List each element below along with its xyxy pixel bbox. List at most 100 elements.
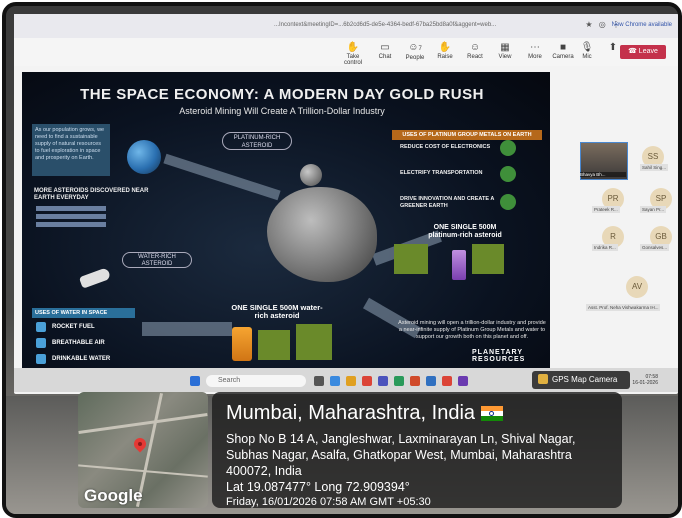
capture-datetime: Friday, 16/01/2026 07:58 AM GMT +05:30 <box>226 496 431 508</box>
participant-name: Asst. Prof. Neha Vishwakarma IH... <box>586 304 661 311</box>
taskbar-clock[interactable]: 07:58 16-01-2026 <box>632 374 658 386</box>
info-box <box>296 324 332 360</box>
small-asteroid <box>300 164 322 186</box>
shared-slide: THE SPACE ECONOMY: A MODERN DAY GOLD RUS… <box>22 72 550 392</box>
view-button[interactable]: ▦ View <box>490 42 520 60</box>
teams-icon[interactable] <box>378 376 388 386</box>
fuel-icon <box>36 322 46 332</box>
take-control-label: Take control <box>343 54 362 66</box>
more-button[interactable]: ⋯ More <box>520 42 550 60</box>
phone-icon: ☎ <box>628 48 639 55</box>
hand-icon: ✋ <box>346 42 360 53</box>
address-line: Shop No B 14 A, Jangleshwar, Laxminaraya… <box>226 432 576 446</box>
info-box <box>394 244 428 274</box>
photo-frame: ...Incontext&meetingID=...6b2cd6d5-de5e-… <box>2 2 682 518</box>
people-label: People <box>405 55 425 61</box>
electronics-icon <box>500 140 516 156</box>
meeting-toolbar: ✋ Take control ▭ Chat ☺7 People ✋ Raise ☺ Rea… <box>14 38 678 66</box>
people-button[interactable]: ☺7 People <box>400 42 430 61</box>
pgm-use: ELECTRIFY TRANSPORTATION <box>400 170 483 176</box>
rocket-image <box>78 267 112 289</box>
participant-name: Prateek R... <box>592 206 620 213</box>
leave-button[interactable]: ☎ Leave <box>620 45 666 59</box>
take-control-button[interactable]: ✋ Take control <box>338 42 368 66</box>
info-box <box>258 330 290 360</box>
location-title: Mumbai, Maharashtra, India <box>226 402 504 425</box>
chat-button[interactable]: ▭ Chat <box>370 42 400 60</box>
google-logo: Google <box>84 486 143 505</box>
slide-subtitle: Asteroid Mining Will Create A Trillion-D… <box>179 106 385 116</box>
react-label: React <box>467 54 483 60</box>
location-card: Mumbai, Maharashtra, India Shop No B 14 … <box>212 392 622 508</box>
chrome-icon[interactable] <box>442 376 452 386</box>
clock-date: 16-01-2026 <box>632 380 658 386</box>
app-icon[interactable] <box>410 376 420 386</box>
gps-camera-icon <box>538 373 548 384</box>
raise-hand-button[interactable]: ✋ Raise <box>430 42 460 60</box>
task-view-icon[interactable] <box>314 376 324 386</box>
arrow-band <box>163 153 281 201</box>
edge-icon[interactable] <box>330 376 340 386</box>
coordinates: Lat 19.087477° Long 72.909394° <box>226 480 410 494</box>
app-icon[interactable] <box>458 376 468 386</box>
water-asteroid-caption: ONE SINGLE 500M water-rich asteroid <box>231 303 323 320</box>
windows-start-icon[interactable] <box>190 376 200 386</box>
map-pin-dot <box>138 442 142 446</box>
more-label: More <box>528 54 542 60</box>
raise-label: Raise <box>437 54 453 60</box>
browser-address-bar[interactable]: ...Incontext&meetingID=...6b2cd6d5-de5e-… <box>14 14 678 38</box>
water-uses-header: USES OF WATER IN SPACE <box>32 308 135 318</box>
file-explorer-icon[interactable] <box>346 376 356 386</box>
participant-name: Sayan Pr... <box>640 206 667 213</box>
app-icon[interactable] <box>426 376 436 386</box>
participant-name: Sahil Sing... <box>640 164 669 171</box>
fuel-can-image <box>232 327 252 361</box>
ellipsis-icon: ⋯ <box>530 42 540 53</box>
chat-icon: ▭ <box>380 42 390 53</box>
raise-hand-icon: ✋ <box>438 42 452 53</box>
water-use: ROCKET FUEL <box>52 324 95 330</box>
view-label: View <box>498 54 512 60</box>
platinum-asteroid-caption: ONE SINGLE 500M platinum-rich asteroid <box>428 224 502 239</box>
platinum-bar-image <box>452 250 466 280</box>
pgm-header: USES OF PLATINUM GROUP METALS ON EARTH <box>392 130 542 140</box>
chrome-icon[interactable] <box>362 376 372 386</box>
air-icon <box>36 338 46 348</box>
participant-name: Gonsalves... <box>640 244 670 251</box>
arrow-band <box>142 322 232 336</box>
info-box <box>472 244 504 274</box>
participants-panel: Bhavya Bh... SS Sahil Sing... PR Prateek… <box>562 72 678 372</box>
india-flag-icon <box>481 406 504 422</box>
grid-icon: ▦ <box>500 42 510 53</box>
people-icon: ☺7 <box>408 42 422 53</box>
stat-bar <box>36 214 106 219</box>
platinum-asteroid-label: PLATINUM-RICH ASTEROID <box>222 132 292 150</box>
brand-logo: PLANETARY RESOURCES <box>472 349 526 363</box>
green-earth-icon <box>500 194 516 210</box>
water-use: BREATHABLE AIR <box>52 340 105 346</box>
earth-image <box>127 140 161 174</box>
new-chrome-label[interactable]: New Chrome available <box>612 22 672 28</box>
slide-title: THE SPACE ECONOMY: A MODERN DAY GOLD RUS… <box>80 86 484 103</box>
pgm-use: DRIVE INNOVATION AND CREATE A GREENER EA… <box>400 196 495 209</box>
intro-box: As our population grows, we need to find… <box>32 124 110 176</box>
water-drop-icon <box>36 354 46 364</box>
taskbar-search[interactable]: Search <box>206 375 306 387</box>
react-button[interactable]: ☺ React <box>460 42 490 60</box>
slide-conclusion: Asteroid mining will open a trillion-dol… <box>398 320 546 340</box>
gps-camera-badge: GPS Map Camera <box>532 371 630 389</box>
stat-bar <box>36 206 106 211</box>
app-icon[interactable] <box>394 376 404 386</box>
stat-bar <box>36 222 106 227</box>
participant-avatar[interactable]: AV <box>626 276 648 298</box>
gps-badge-label: GPS Map Camera <box>552 375 618 384</box>
leave-label: Leave <box>638 48 658 55</box>
location-title-text: Mumbai, Maharashtra, India <box>226 402 476 424</box>
participant-name: Bhavya Bh... <box>580 172 626 177</box>
people-count: 7 <box>418 46 422 52</box>
smiley-icon: ☺ <box>469 42 481 53</box>
transport-icon <box>500 166 516 182</box>
water-asteroid-label: WATER-RICH ASTEROID <box>122 252 192 268</box>
url-text[interactable]: ...Incontext&meetingID=...6b2cd6d5-de5e-… <box>274 22 496 28</box>
map-thumbnail: Google <box>78 392 208 508</box>
